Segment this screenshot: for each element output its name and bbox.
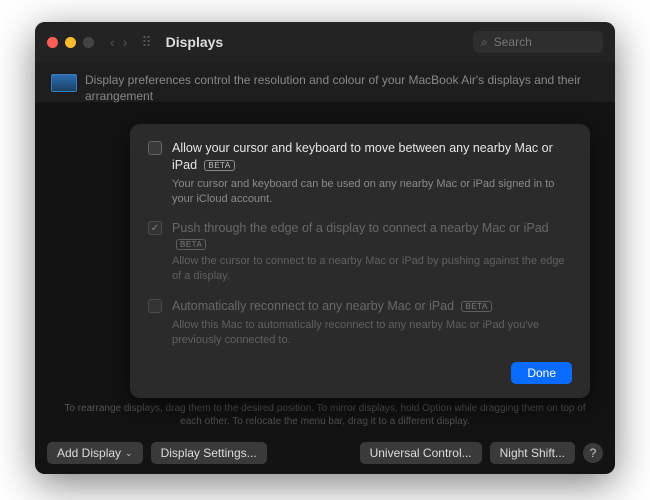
beta-badge: BETA (204, 160, 234, 171)
night-shift-button[interactable]: Night Shift... (490, 442, 575, 464)
forward-icon[interactable]: › (123, 34, 128, 50)
option-title: Push through the edge of a display to co… (172, 221, 549, 235)
universal-control-button[interactable]: Universal Control... (360, 442, 482, 464)
option-subtitle: Allow this Mac to automatically reconnec… (172, 318, 572, 348)
add-display-label: Add Display (57, 446, 121, 460)
nav-buttons: ‹ › (110, 34, 127, 50)
display-settings-label: Display Settings... (161, 446, 257, 460)
search-icon: ⌕ (481, 35, 488, 50)
option-auto-reconnect: Automatically reconnect to any nearby Ma… (148, 298, 572, 348)
checkbox-allow-cursor[interactable] (148, 141, 162, 155)
close-icon[interactable] (47, 37, 58, 48)
window-title: Displays (166, 34, 463, 50)
option-subtitle: Your cursor and keyboard can be used on … (172, 177, 572, 207)
option-subtitle: Allow the cursor to connect to a nearby … (172, 254, 572, 284)
done-button[interactable]: Done (511, 362, 572, 384)
chevron-down-icon: ⌄ (125, 448, 133, 459)
description-text: Display preferences control the resoluti… (85, 72, 599, 104)
arrangement-hint: To rearrange displays, drag them to the … (35, 402, 615, 428)
titlebar: ‹ › ⠿ Displays ⌕ Search (35, 22, 615, 62)
sheet-footer: Done (148, 362, 572, 384)
search-placeholder: Search (494, 35, 532, 49)
universal-control-sheet: Allow your cursor and keyboard to move b… (130, 124, 590, 398)
preferences-window: ‹ › ⠿ Displays ⌕ Search Display preferen… (35, 22, 615, 474)
option-allow-cursor: Allow your cursor and keyboard to move b… (148, 140, 572, 206)
description-row: Display preferences control the resoluti… (51, 72, 599, 104)
night-shift-label: Night Shift... (500, 446, 565, 460)
beta-badge: BETA (461, 301, 491, 312)
minimize-icon[interactable] (65, 37, 76, 48)
checkbox-auto-reconnect[interactable] (148, 299, 162, 313)
option-push-through: Push through the edge of a display to co… (148, 220, 572, 284)
universal-control-label: Universal Control... (370, 446, 472, 460)
add-display-button[interactable]: Add Display ⌄ (47, 442, 143, 464)
help-button[interactable]: ? (583, 443, 603, 463)
display-icon (51, 74, 77, 92)
done-label: Done (527, 366, 556, 380)
checkbox-push-through[interactable] (148, 221, 162, 235)
beta-badge: BETA (176, 239, 206, 250)
back-icon[interactable]: ‹ (110, 34, 115, 50)
display-settings-button[interactable]: Display Settings... (151, 442, 267, 464)
option-title: Automatically reconnect to any nearby Ma… (172, 299, 454, 313)
search-input[interactable]: ⌕ Search (473, 31, 603, 53)
bottom-toolbar: Add Display ⌄ Display Settings... Univer… (47, 442, 603, 464)
grid-icon[interactable]: ⠿ (141, 34, 149, 51)
zoom-icon[interactable] (83, 37, 94, 48)
traffic-lights (47, 37, 94, 48)
